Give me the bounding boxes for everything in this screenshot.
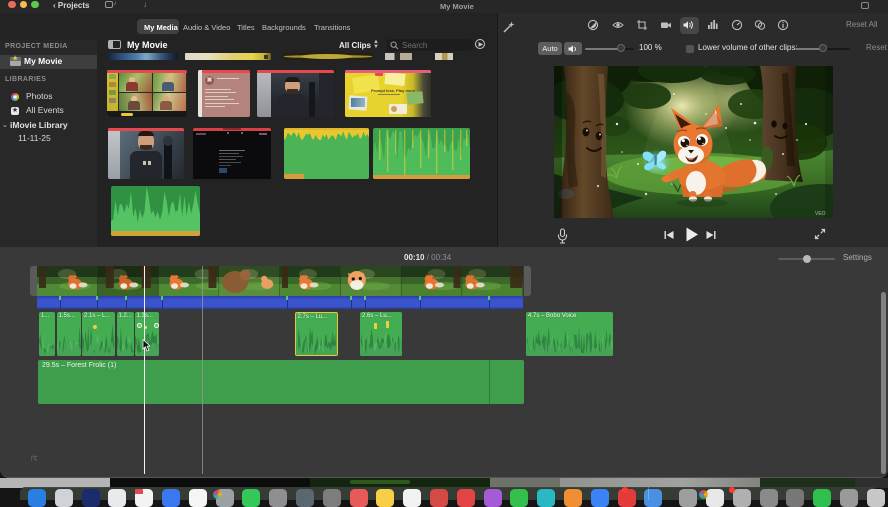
svg-text:VEO: VEO [815,211,826,217]
